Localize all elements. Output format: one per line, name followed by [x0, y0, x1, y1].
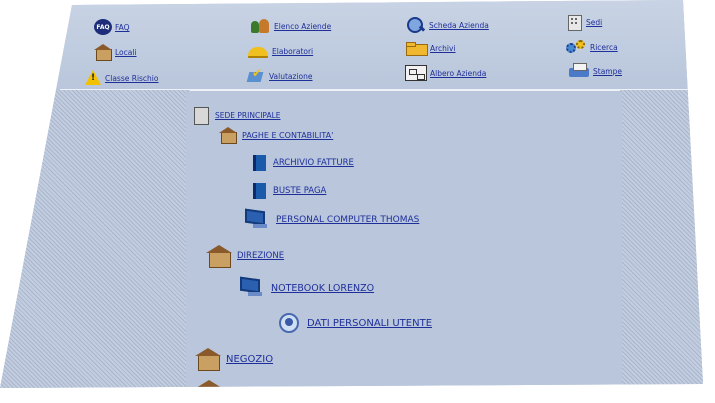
menu-locali-link[interactable]: Locali	[115, 48, 137, 57]
checklist-icon	[246, 66, 266, 84]
tree-node-label[interactable]: NEGOZIO	[226, 354, 273, 365]
tree-node-label[interactable]: DIREZIONE	[237, 251, 284, 261]
tree-node-buste-paga[interactable]: BUSTE PAGA	[252, 182, 326, 200]
tree-node-negozio[interactable]: NEGOZIO	[195, 348, 273, 371]
menu-elaboratori-link[interactable]: Elaboratori	[272, 47, 313, 56]
menu-stampe[interactable]: Stampe	[568, 63, 622, 79]
menu-archivi[interactable]: Archivi	[405, 41, 456, 56]
user-data-icon	[276, 311, 302, 335]
menu-locali[interactable]: Locali	[94, 44, 137, 61]
tree-node-label[interactable]: SEDE PRINCIPALE	[215, 111, 281, 120]
house-icon	[94, 44, 112, 61]
menu-elaboratori[interactable]: Elaboratori	[247, 44, 313, 58]
tree-node-sede-principale[interactable]: SEDE PRINCIPALE	[192, 106, 281, 125]
tree-node-archivio-fatture[interactable]: ARCHIVIO FATTURE	[252, 154, 354, 172]
menu-sedi-link[interactable]: Sedi	[586, 18, 602, 27]
menu-scheda-azienda-link[interactable]: Scheda Azienda	[429, 21, 489, 30]
house-icon	[195, 348, 221, 371]
faq-icon: FAQ	[94, 19, 112, 35]
magnifier-icon	[406, 17, 426, 33]
menu-faq[interactable]: FAQ FAQ	[94, 19, 130, 35]
menu-ricerca-link[interactable]: Ricerca	[590, 43, 618, 52]
tree-node-label[interactable]: NOTEBOOK LORENZO	[271, 283, 374, 294]
left-hatched-margin	[0, 90, 190, 388]
right-hatched-margin	[620, 90, 703, 388]
tree-node-pc-thomas[interactable]: PERSONAL COMPUTER THOMAS	[245, 210, 419, 230]
tree-node-paghe[interactable]: PAGHE E CONTABILITA'	[219, 127, 333, 144]
folder-icon	[405, 41, 428, 56]
menu-stampe-link[interactable]: Stampe	[593, 67, 622, 76]
book-icon	[252, 182, 268, 200]
tree-node-notebook-lorenzo[interactable]: NOTEBOOK LORENZO	[240, 278, 374, 298]
menu-elenco-aziende-link[interactable]: Elenco Aziende	[274, 22, 331, 31]
tree-node-dati-personali[interactable]: DATI PERSONALI UTENTE	[276, 311, 432, 335]
menu-valutazione-link[interactable]: Valutazione	[269, 72, 313, 81]
house-icon	[206, 245, 232, 268]
printer-icon	[568, 63, 590, 79]
menu-classe-rischio[interactable]: Classe Rischio	[84, 70, 158, 86]
menu-scheda-azienda[interactable]: Scheda Azienda	[406, 17, 489, 33]
hard-hat-icon	[247, 44, 269, 58]
menu-archivi-link[interactable]: Archivi	[430, 44, 456, 53]
menu-albero-azienda-link[interactable]: Albero Azienda	[430, 69, 486, 78]
warning-icon	[84, 70, 102, 86]
app-page: FAQ FAQ Locali Classe Rischio Elenco Azi…	[0, 0, 703, 388]
tree-node-label[interactable]: ARCHIVIO FATTURE	[273, 158, 354, 168]
menu-ricerca[interactable]: Ricerca	[565, 39, 618, 55]
computer-icon	[240, 278, 266, 298]
tree-node-label[interactable]: DATI PERSONALI UTENTE	[307, 318, 432, 329]
building-icon	[192, 106, 210, 125]
menu-classe-rischio-link[interactable]: Classe Rischio	[105, 74, 158, 83]
gears-icon	[565, 39, 587, 55]
tree-icon	[405, 65, 427, 81]
tree-node-direzione[interactable]: DIREZIONE	[206, 245, 284, 268]
computer-icon	[245, 210, 271, 230]
house-icon	[219, 127, 237, 144]
people-icon	[249, 18, 271, 34]
tree-node-label[interactable]: PAGHE E CONTABILITA'	[242, 131, 333, 140]
book-icon	[252, 154, 268, 172]
menu-sedi[interactable]: Sedi	[565, 14, 602, 31]
house-icon	[196, 380, 222, 388]
building-icon	[565, 14, 583, 31]
menu-valutazione[interactable]: Valutazione	[246, 66, 313, 84]
tree-node-label[interactable]: BUSTE PAGA	[273, 186, 326, 196]
menu-faq-link[interactable]: FAQ	[115, 23, 130, 32]
menu-elenco-aziende[interactable]: Elenco Aziende	[249, 18, 331, 34]
tree-node-partial[interactable]	[196, 380, 222, 388]
tree-node-label[interactable]: PERSONAL COMPUTER THOMAS	[276, 215, 419, 225]
menu-albero-azienda[interactable]: Albero Azienda	[405, 65, 486, 81]
